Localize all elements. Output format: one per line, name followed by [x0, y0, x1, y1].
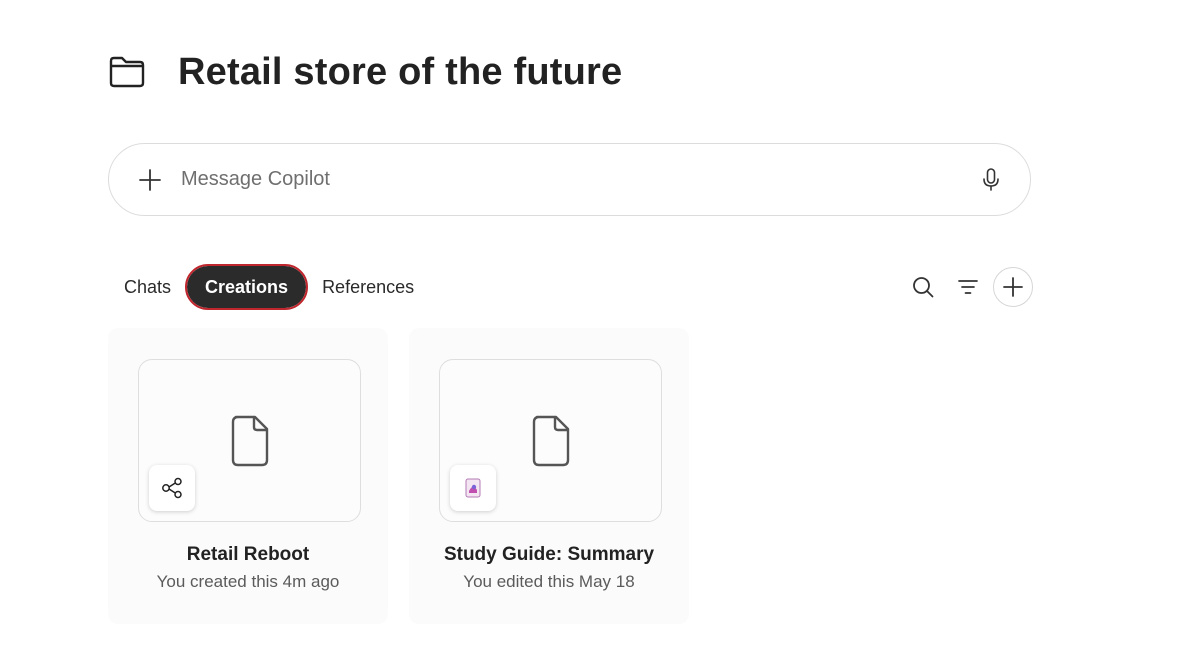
- add-new-button[interactable]: [993, 267, 1033, 307]
- folder-icon: [108, 52, 148, 92]
- card-thumbnail: [138, 359, 361, 522]
- creation-card[interactable]: Study Guide: Summary You edited this May…: [409, 328, 689, 624]
- page-title: Retail store of the future: [178, 50, 623, 93]
- page: Retail store of the future Chats Creatio…: [0, 0, 1195, 653]
- card-subtitle: You edited this May 18: [463, 572, 635, 591]
- document-icon: [531, 415, 571, 467]
- plus-icon: [1003, 277, 1023, 297]
- tab-chats[interactable]: Chats: [110, 267, 185, 307]
- creation-card[interactable]: Retail Reboot You created this 4m ago: [108, 328, 388, 624]
- tab-creations[interactable]: Creations: [185, 264, 309, 310]
- list-toolbar: [898, 267, 1033, 307]
- search-button[interactable]: [903, 267, 943, 307]
- microphone-button[interactable]: [976, 165, 1006, 195]
- search-icon: [913, 277, 934, 298]
- plus-icon: [139, 168, 161, 191]
- pages-app-icon: [450, 465, 496, 511]
- page-header: Retail store of the future: [108, 48, 622, 96]
- message-input[interactable]: [179, 167, 976, 192]
- tab-references[interactable]: References: [308, 267, 428, 307]
- message-composer: [108, 143, 1031, 216]
- microphone-icon: [983, 167, 999, 191]
- tab-bar: Chats Creations References: [110, 264, 428, 310]
- add-attachment-button[interactable]: [135, 165, 165, 195]
- card-title: Retail Reboot: [186, 544, 310, 565]
- card-thumbnail: [439, 359, 662, 522]
- share-nodes-icon: [149, 465, 195, 511]
- document-icon: [230, 415, 270, 467]
- filter-button[interactable]: [948, 267, 988, 307]
- card-title: Study Guide: Summary: [443, 544, 655, 565]
- filter-icon: [958, 280, 978, 294]
- card-subtitle: You created this 4m ago: [156, 572, 340, 591]
- creations-grid: Retail Reboot You created this 4m ago St…: [108, 328, 710, 624]
